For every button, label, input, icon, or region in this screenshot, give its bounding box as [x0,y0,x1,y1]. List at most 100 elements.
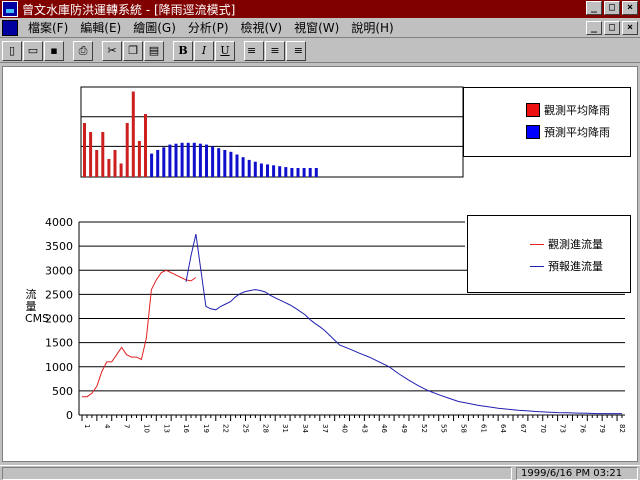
document-window-controls: _ □ × [584,21,638,35]
print-icon[interactable]: ⎙ [73,40,93,61]
legend-line-forecast-flow [530,265,544,267]
doc-minimize-button[interactable]: _ [586,21,602,35]
flow-x-tick-label: 55 [440,424,448,433]
forecast-rain-bar [162,147,166,177]
menu-edit[interactable]: 編輯(E) [74,19,127,36]
underline-icon[interactable]: U [215,40,235,61]
window-title: 曾文水庫防洪運轉系統 - [降雨逕流模式] [22,2,236,17]
close-button[interactable]: × [622,1,638,15]
legend-forecast-rain: 預測平均降雨 [544,126,610,139]
flow-y-tick-label: 2500 [45,288,73,301]
menu-bar: 檔案(F) 編輯(E) 繪圖(G) 分析(P) 檢視(V) 視窗(W) 說明(H… [0,18,640,38]
flow-x-tick-label: 22 [222,424,230,433]
new-icon[interactable]: ▯ [2,40,22,61]
flow-x-tick-label: 79 [598,424,606,433]
flow-x-tick-label: 4 [103,424,111,429]
forecast-rain-bar [223,150,227,177]
forecast-rain-bar [174,143,178,177]
menu-graph[interactable]: 繪圖(G) [127,19,182,36]
forecast-rain-bar [253,161,257,177]
forecast-rain-bar [278,166,282,177]
observed-rain-bar [95,150,99,177]
italic-icon[interactable]: I [194,40,214,61]
align-center-icon[interactable]: ≡ [265,40,285,61]
flow-x-tick-label: 58 [460,424,468,433]
status-datetime: 1999/6/16 PM 03:21 [516,467,638,480]
observed-flow-line [82,269,197,398]
flow-x-tick-label: 82 [618,424,626,433]
forecast-rain-bar [314,168,318,177]
forecast-rain-bar [192,142,196,177]
document-icon[interactable] [2,19,18,36]
align-left-icon[interactable]: ≡ [244,40,264,61]
menu-window[interactable]: 視窗(W) [288,19,345,36]
flow-x-tick-label: 67 [519,424,527,433]
observed-rain-bar [83,123,86,177]
forecast-rain-bar [266,164,269,177]
flow-y-tick-label: 2000 [45,313,73,326]
forecast-rain-bar [211,146,215,177]
doc-close-button[interactable]: × [622,21,638,35]
minimize-button[interactable]: _ [586,1,602,15]
copy-icon[interactable]: ❐ [123,40,143,61]
paste-icon[interactable]: ▤ [144,40,164,61]
forecast-rain-bar [284,167,288,177]
forecast-rain-bar [235,154,239,177]
flow-legend: 觀測進流量 預報進流量 [467,215,631,293]
observed-rain-bar [101,132,105,177]
flow-y-tick-label: 0 [66,409,73,422]
cut-icon[interactable]: ✂ [102,40,122,61]
flow-x-tick-label: 25 [242,424,250,433]
flow-x-tick-label: 10 [142,424,150,433]
flow-x-tick-label: 34 [301,424,309,433]
app-icon[interactable] [2,1,18,17]
align-right-icon[interactable]: ≡ [286,40,306,61]
observed-rain-bar [125,123,129,177]
observed-rain-bar [144,114,147,177]
flow-x-tick-label: 73 [559,424,567,433]
menu-view[interactable]: 檢視(V) [235,19,289,36]
flow-x-tick-label: 31 [281,424,289,433]
legend-observed-rain: 觀測平均降雨 [544,104,610,117]
flow-x-tick-label: 76 [578,424,586,433]
flow-x-tick-label: 49 [400,424,408,433]
forecast-rain-bar [180,142,184,177]
legend-swatch-observed-rain [526,103,540,117]
forecast-rain-bar [308,168,312,177]
forecast-rain-bar [241,157,245,177]
flow-x-tick-label: 16 [182,424,190,433]
forecast-rain-bar [272,165,276,177]
flow-y-tick-label: 3500 [45,240,73,253]
menu-file[interactable]: 檔案(F) [22,19,74,36]
legend-line-observed-flow [530,243,544,245]
menu-analysis[interactable]: 分析(P) [182,19,235,36]
flow-x-tick-label: 40 [341,424,349,433]
open-icon[interactable]: ▭ [23,40,43,61]
observed-rain-bar [113,150,117,177]
flow-x-tick-label: 37 [321,424,329,433]
forecast-rain-bar [229,151,233,177]
flow-y-tick-label: 3000 [45,264,73,277]
window-controls: _ □ × [584,1,638,15]
flow-x-tick-label: 61 [479,424,487,433]
flow-x-tick-label: 13 [162,424,170,433]
menu-help[interactable]: 說明(H) [345,19,399,36]
flow-x-tick-label: 52 [420,424,428,433]
forecast-rain-bar [156,150,160,177]
title-bar: 曾文水庫防洪運轉系統 - [降雨逕流模式] _ □ × [0,0,640,18]
flow-y-tick-label: 500 [52,385,73,398]
bold-icon[interactable]: B [173,40,193,61]
doc-restore-button[interactable]: □ [604,21,620,35]
status-bar: 1999/6/16 PM 03:21 [0,465,640,480]
flow-x-tick-label: 7 [123,424,131,428]
rainfall-legend: 觀測平均降雨 預測平均降雨 [463,87,631,157]
toolbar: ▯ ▭ ▪ ⎙ ✂ ❐ ▤ B I U ≡ ≡ ≡ [0,39,640,63]
flow-x-tick-label: 28 [261,424,269,433]
observed-rain-bar [89,132,93,177]
save-icon[interactable]: ▪ [44,40,64,61]
observed-rain-bar [107,159,111,177]
flow-axis-label: 流量CMS [25,288,50,325]
maximize-button[interactable]: □ [604,1,620,15]
flow-y-tick-label: 1500 [45,337,73,350]
forecast-rain-bar [198,143,202,177]
